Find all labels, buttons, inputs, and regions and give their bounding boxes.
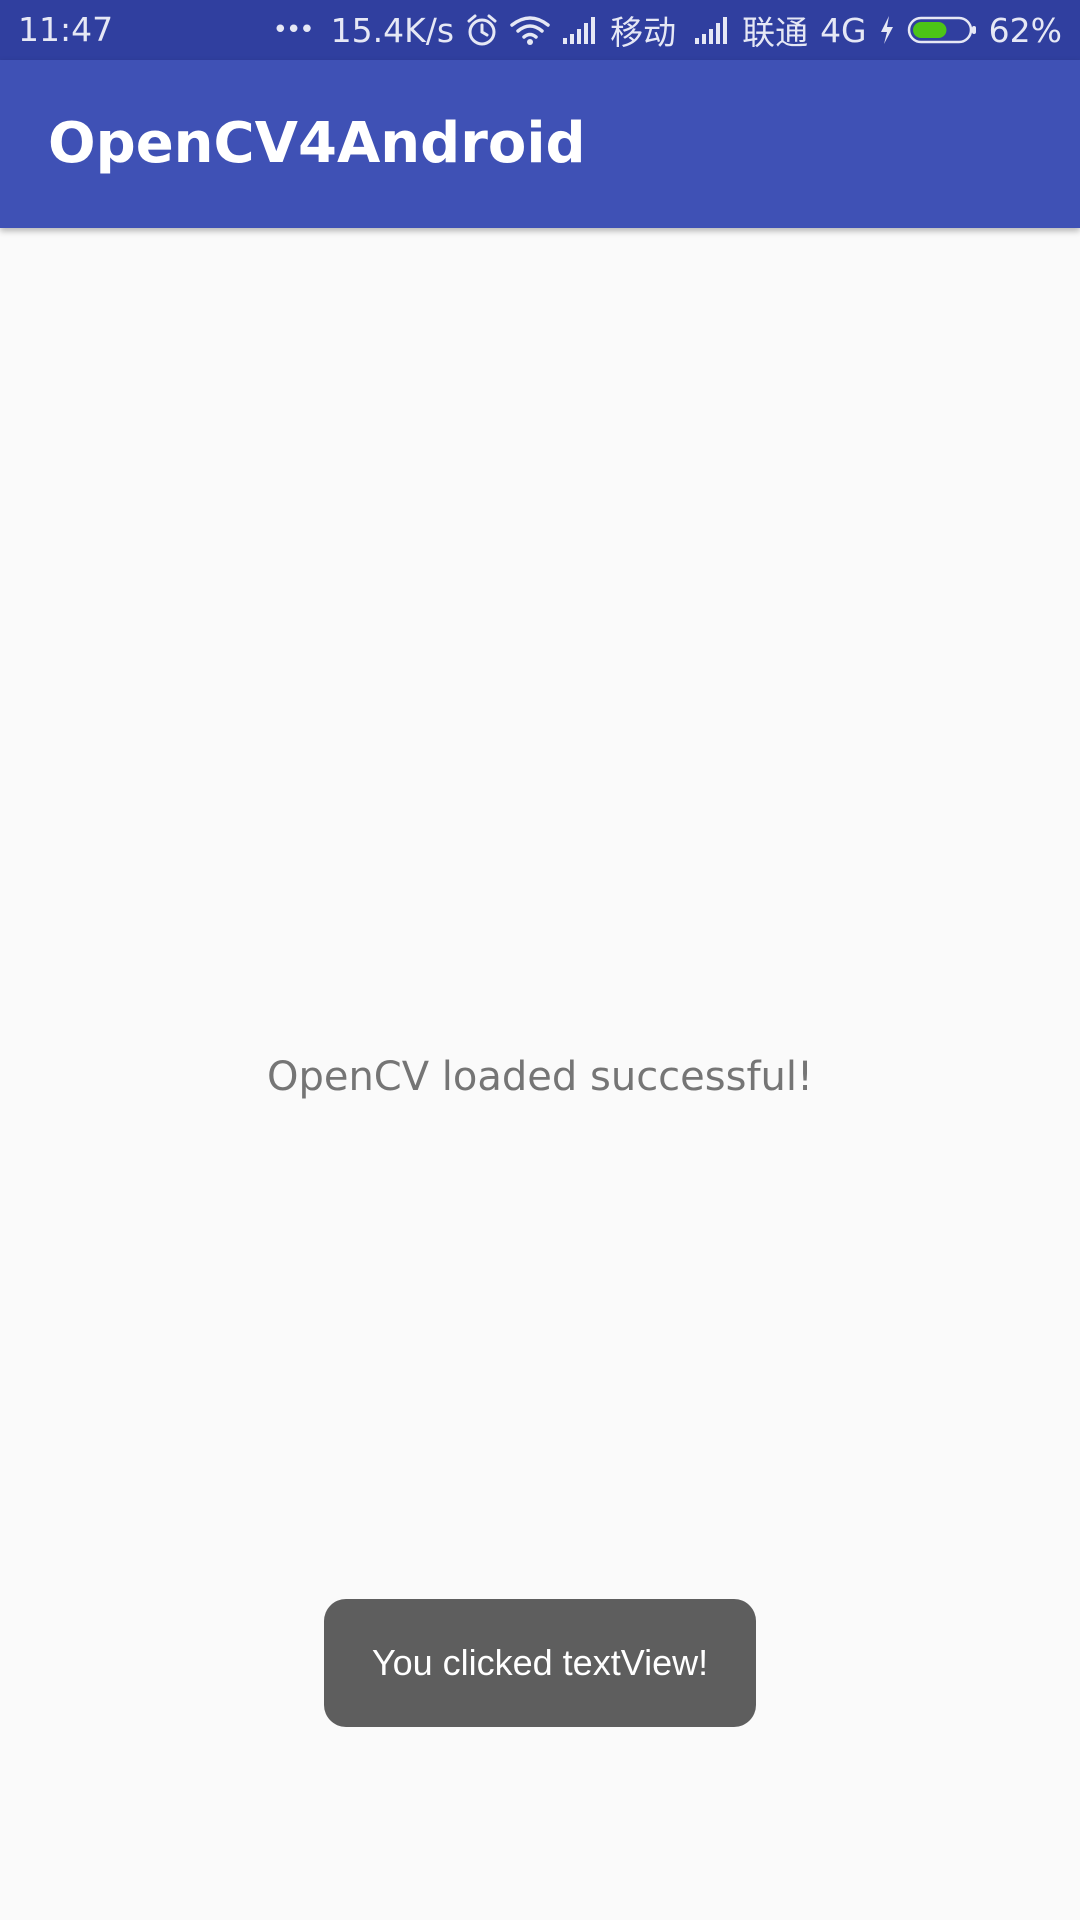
network-speed: 15.4K/s [330, 10, 455, 50]
carrier-1: 移动 [610, 13, 677, 52]
status-bar: 11:47 ••• 15.4K/s 移动 联通 4G 62% [0, 0, 1080, 60]
signal-icon-1 [562, 16, 598, 44]
app-title: OpenCV4Android [48, 111, 586, 176]
network-type: 4G [820, 10, 867, 50]
battery-icon [907, 16, 977, 44]
charging-bolt-icon [879, 15, 895, 45]
text-view[interactable]: OpenCV loaded successful! [0, 1050, 1080, 1104]
status-icons: ••• 15.4K/s 移动 联通 4G 62% [273, 0, 1062, 60]
toast-message: You clicked textView! [324, 1599, 756, 1727]
toast-text: You clicked textView! [371, 1642, 709, 1683]
app-bar: OpenCV4Android [0, 60, 1080, 228]
signal-icon-2 [694, 16, 730, 44]
alarm-clock-icon [466, 13, 498, 47]
wifi-icon [510, 15, 550, 45]
carrier-2: 联通 [742, 13, 809, 52]
more-dots-icon: ••• [272, 15, 315, 45]
battery-percent: 62% [988, 10, 1062, 50]
status-time: 11:47 [18, 10, 114, 49]
